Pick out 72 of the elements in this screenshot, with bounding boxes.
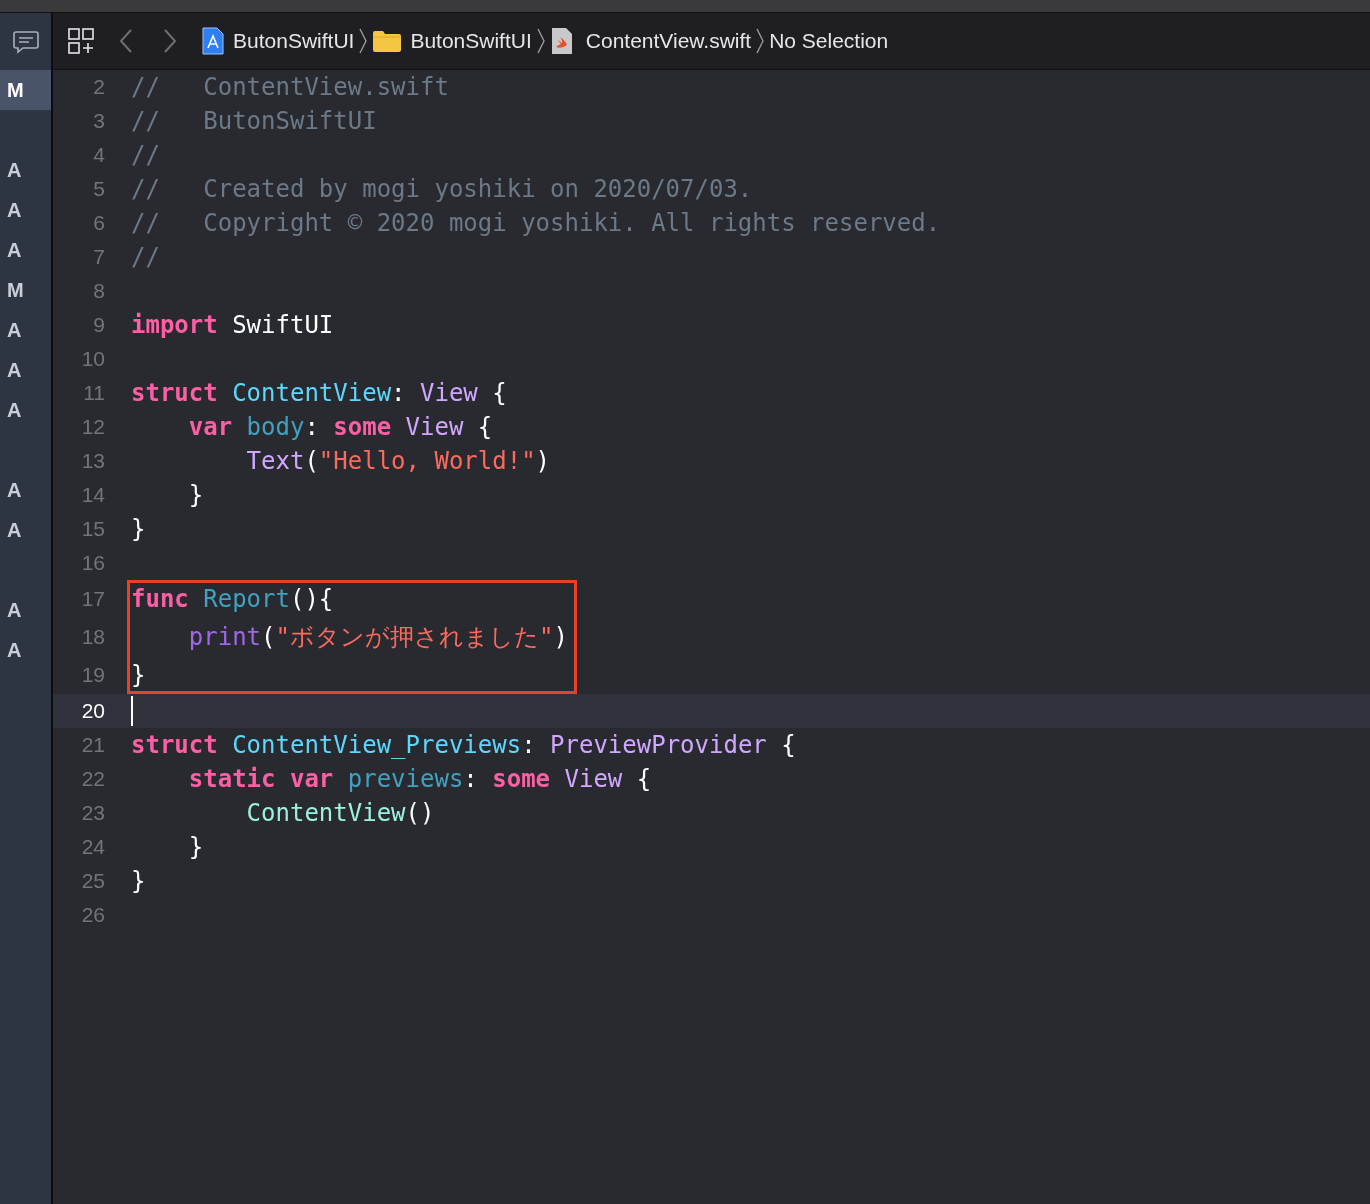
line-number: 21: [80, 732, 106, 759]
line-number: 6: [92, 210, 106, 237]
folder-icon: [372, 29, 403, 53]
line-number: 16: [80, 550, 106, 577]
line-number: 3: [92, 108, 106, 135]
line-number: 13: [80, 448, 106, 475]
grid-icon[interactable]: [67, 27, 95, 55]
line-number: 14: [80, 482, 106, 509]
line-number: 17: [80, 586, 106, 613]
line-number: 24: [80, 834, 106, 861]
code-line: func Report(){: [131, 584, 334, 615]
status-marker: A: [6, 478, 23, 503]
code-line: struct ContentView_Previews: PreviewProvider {: [131, 730, 796, 761]
breadcrumb-item[interactable]: ButonSwiftUI: [233, 25, 355, 57]
swift-file-icon: [549, 27, 574, 55]
line-number: 23: [80, 800, 106, 827]
line-number: 19: [80, 662, 106, 689]
line-number: 9: [92, 312, 106, 339]
path-separator-icon: [358, 28, 369, 54]
line-number: 15: [80, 516, 106, 543]
status-marker: M: [6, 278, 25, 303]
line-number: 7: [92, 244, 106, 271]
status-marker: A: [6, 198, 23, 223]
forward-icon[interactable]: [163, 28, 177, 54]
line-number: 22: [80, 766, 106, 793]
code-line: // ButonSwiftUI: [131, 106, 377, 137]
line-number: 10: [80, 346, 106, 373]
line-number: 2: [92, 74, 106, 101]
line-number: 4: [92, 142, 106, 169]
line-number: 18: [80, 624, 106, 651]
code-line: // Copyright © 2020 mogi yoshiki. All rights reserved.: [131, 208, 941, 239]
status-marker: A: [6, 318, 23, 343]
breadcrumb-item[interactable]: No Selection: [769, 25, 889, 57]
status-marker: M: [0, 70, 51, 110]
back-icon[interactable]: [119, 28, 133, 54]
code-line: // ContentView.swift: [131, 72, 449, 103]
code-line: // Created by mogi yoshiki on 2020/07/03.: [131, 174, 753, 205]
path-separator-icon: [535, 28, 546, 54]
code-line: ContentView(): [245, 798, 435, 829]
code-line: }: [187, 832, 204, 863]
code-line: //: [131, 242, 160, 273]
code-line: import SwiftUI: [131, 310, 334, 341]
status-marker: A: [6, 398, 23, 423]
line-number: 8: [92, 278, 106, 305]
status-marker: A: [6, 358, 23, 383]
status-marker: A: [6, 638, 23, 663]
code-line: struct ContentView: View {: [131, 378, 507, 409]
line-number: 26: [80, 902, 106, 929]
status-marker: A: [6, 238, 23, 263]
line-number: 25: [80, 868, 106, 895]
text-cursor: [131, 696, 133, 726]
breadcrumb-item[interactable]: ContentView.swift: [585, 25, 752, 57]
code-line: }: [131, 514, 146, 545]
code-line: Text("Hello, World!"): [245, 446, 551, 477]
code-line: }: [131, 660, 146, 691]
project-file-icon: [201, 27, 225, 55]
path-separator-icon: [755, 28, 766, 54]
code-line: var body: some View {: [187, 412, 493, 443]
line-number: 5: [92, 176, 106, 203]
line-number: 11: [82, 380, 106, 407]
code-line: static var previews: some View {: [187, 764, 652, 795]
line-number: 20: [80, 698, 106, 725]
code-line: //: [131, 140, 160, 171]
breadcrumb-item[interactable]: ButonSwiftUI: [410, 25, 532, 57]
code-line: }: [131, 866, 146, 897]
status-marker: A: [6, 518, 23, 543]
line-number: 12: [80, 414, 106, 441]
status-marker: A: [6, 598, 23, 623]
code-line: print("ボタンが押されました"): [187, 622, 568, 653]
status-marker: A: [6, 158, 23, 183]
code-line: }: [187, 480, 204, 511]
comment-icon[interactable]: [12, 29, 39, 54]
